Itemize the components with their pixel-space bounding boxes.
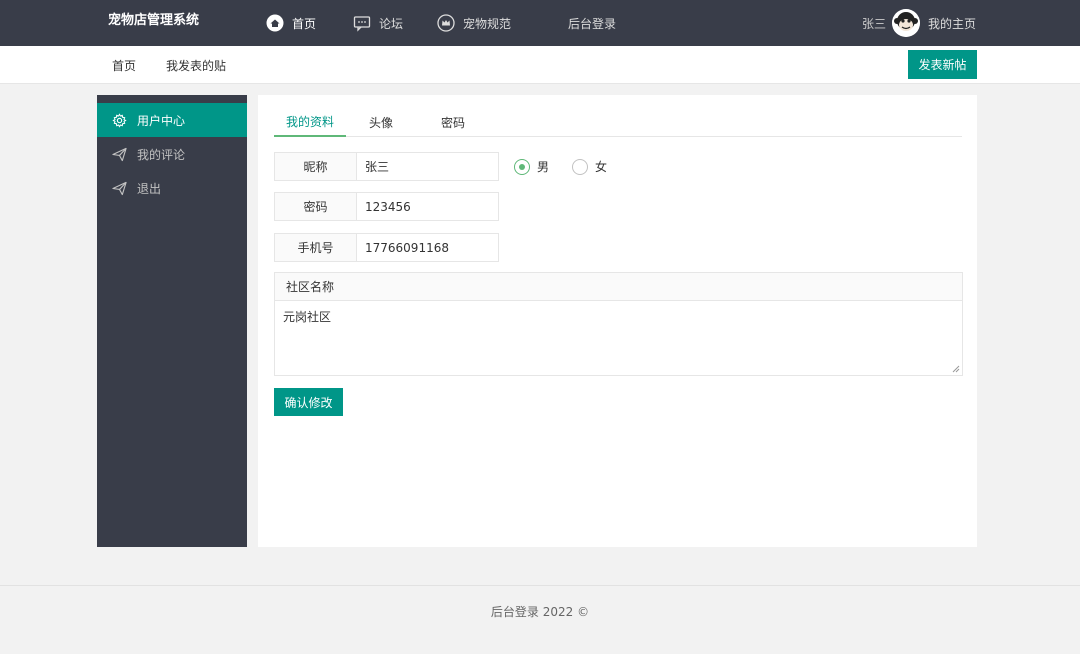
gender-radio-male[interactable]: 男 (514, 158, 549, 175)
phone-input[interactable]: 17766091168 (357, 234, 498, 261)
tab-my-profile[interactable]: 我的资料 (274, 107, 346, 137)
top-header: 宠物店管理系统 首页 论坛 宠物规范 后台登录 张三 我的主页 (0, 0, 1080, 46)
gear-icon (112, 112, 127, 128)
confirm-changes-button[interactable]: 确认修改 (274, 388, 343, 416)
nickname-input[interactable]: 张三 (357, 153, 498, 180)
my-homepage-link[interactable]: 我的主页 (928, 15, 976, 32)
nav-forum-label: 论坛 (379, 16, 404, 31)
nav-rules[interactable]: 宠物规范 (437, 0, 511, 46)
community-field: 社区名称 元岗社区 (274, 272, 963, 376)
sub-navbar: 首页 我发表的贴 发表新帖 (0, 46, 1080, 84)
my-posts-link[interactable]: 我发表的贴 (166, 57, 226, 74)
breadcrumb-home[interactable]: 首页 (112, 57, 136, 74)
password-input[interactable]: 123456 (357, 193, 498, 220)
gender-radio-female[interactable]: 女 (572, 158, 607, 175)
nav-forum[interactable]: 论坛 (353, 0, 403, 46)
profile-tabs: 我的资料 头像 密码 (274, 107, 962, 137)
gender-female-label: 女 (595, 160, 608, 174)
community-label: 社区名称 (275, 273, 962, 301)
monkey-avatar-icon (892, 9, 920, 37)
gender-male-label: 男 (537, 160, 550, 174)
sidebar-item-label: 退出 (137, 181, 162, 196)
tab-avatar[interactable]: 头像 (354, 107, 408, 137)
tab-password[interactable]: 密码 (424, 107, 482, 137)
sidebar-item-my-comments[interactable]: 我的评论 (97, 137, 247, 171)
sidebar-item-label: 用户中心 (137, 113, 186, 128)
nav-admin-login-label: 后台登录 (568, 16, 617, 31)
sidebar-item-user-center[interactable]: 用户中心 (97, 103, 247, 137)
user-name[interactable]: 张三 (862, 15, 886, 32)
resize-handle-icon[interactable] (952, 365, 960, 373)
community-textarea[interactable]: 元岗社区 (275, 301, 962, 375)
radio-checked-icon (514, 158, 530, 175)
nickname-field: 昵称 张三 (274, 152, 499, 181)
sidebar: 用户中心 我的评论 退出 (97, 95, 247, 547)
chat-icon (353, 14, 371, 32)
new-post-button[interactable]: 发表新帖 (908, 50, 977, 79)
sidebar-item-label: 我的评论 (137, 147, 186, 162)
paper-plane-icon (112, 147, 127, 162)
phone-field: 手机号 17766091168 (274, 233, 499, 262)
community-value: 元岗社区 (283, 310, 332, 324)
brand-title: 宠物店管理系统 (108, 13, 200, 28)
nav-home[interactable]: 首页 (266, 0, 316, 46)
crown-icon (437, 14, 455, 32)
phone-label: 手机号 (275, 234, 357, 261)
nav-rules-label: 宠物规范 (463, 16, 512, 31)
password-label: 密码 (275, 193, 357, 220)
footer-divider (0, 585, 1080, 586)
profile-panel: 我的资料 头像 密码 昵称 张三 男 女 密码 123456 手机号 17766… (258, 95, 977, 547)
nav-home-label: 首页 (292, 16, 317, 31)
paper-plane-icon (112, 181, 127, 196)
nickname-label: 昵称 (275, 153, 357, 180)
footer-text: 后台登录 2022 © (490, 605, 590, 619)
radio-unchecked-icon (572, 158, 588, 175)
password-field: 密码 123456 (274, 192, 499, 221)
avatar[interactable] (892, 9, 920, 37)
nav-admin-login[interactable]: 后台登录 (568, 0, 616, 46)
sidebar-item-logout[interactable]: 退出 (97, 171, 247, 205)
home-icon (266, 14, 284, 32)
